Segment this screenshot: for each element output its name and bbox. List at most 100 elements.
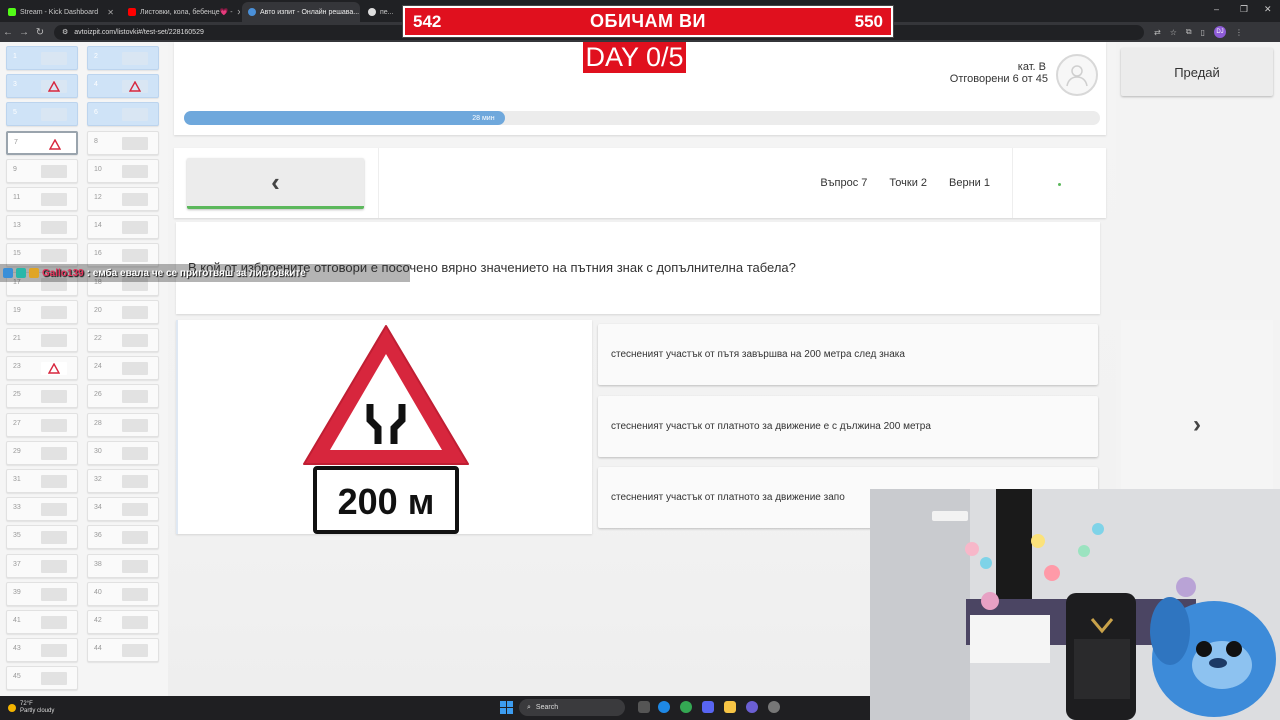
question-cell[interactable]: 13 [6, 215, 78, 240]
question-cell[interactable]: 42 [87, 610, 159, 634]
chat-message: Gallo139 : емба евала че се приготвяш за… [0, 264, 410, 282]
question-cell[interactable]: 43 [6, 638, 78, 663]
question-number: 41 [13, 617, 21, 624]
question-cell[interactable]: 24 [87, 356, 159, 381]
weather-widget[interactable]: 72°F Partly cloudy [8, 701, 54, 715]
question-cell[interactable]: 41 [6, 610, 78, 634]
timer-progress-track: 28 мин [184, 111, 1100, 125]
question-cell[interactable]: 9 [6, 158, 78, 183]
question-number: 40 [94, 588, 102, 596]
question-cell[interactable]: 39 [6, 581, 78, 606]
question-cell[interactable]: 4 [87, 74, 159, 99]
question-thumbnail [41, 249, 67, 263]
question-cell[interactable]: 23 [6, 356, 78, 381]
question-cell[interactable]: 31 [6, 469, 78, 493]
question-thumbnail [122, 249, 148, 263]
question-cell[interactable]: 14 [87, 215, 159, 240]
question-cell[interactable]: 1 [6, 46, 78, 70]
question-thumbnail [122, 616, 148, 629]
question-thumbnail [41, 418, 67, 432]
task-view-icon[interactable] [638, 701, 650, 713]
taskbar-search[interactable]: ⌕ Search [519, 699, 625, 716]
answer-option[interactable]: стесненият участък от пътя завършва на 2… [598, 324, 1098, 385]
question-thumbnail [41, 164, 67, 178]
previous-question-button[interactable]: ‹ [187, 158, 364, 209]
extensions-icon[interactable]: ⧉ [1186, 27, 1192, 37]
question-cell[interactable]: 32 [87, 469, 159, 493]
question-cell[interactable]: 11 [6, 187, 78, 211]
question-thumbnail [41, 305, 67, 319]
question-cell[interactable]: 3 [6, 74, 78, 99]
question-cell[interactable]: 22 [87, 328, 159, 352]
stream-score-banner: 542 ОБИЧАМ ВИ 550 [402, 5, 894, 38]
question-cell[interactable]: 26 [87, 384, 159, 409]
question-cell[interactable]: 33 [6, 497, 78, 522]
browser-tab[interactable]: Stream - Kick Dashboard ✕ [2, 2, 120, 22]
site-info-icon[interactable]: ⚙ [62, 28, 68, 36]
question-cell[interactable]: 36 [87, 525, 159, 550]
translate-icon[interactable]: ⇄ [1154, 28, 1161, 37]
browser-tab[interactable]: Листовки, кола, бебенце💗 - ✕ [122, 2, 240, 22]
maximize-icon[interactable]: ❐ [1240, 4, 1248, 15]
question-cell[interactable]: 25 [6, 384, 78, 409]
question-cell[interactable]: 38 [87, 553, 159, 578]
question-thumbnail [122, 136, 148, 150]
minimize-icon[interactable]: – [1214, 4, 1219, 14]
edge-icon[interactable] [658, 701, 670, 713]
question-cell[interactable]: 8 [87, 130, 159, 155]
submit-test-button[interactable]: Предай [1121, 48, 1273, 96]
question-cell[interactable]: 12 [87, 187, 159, 211]
question-cell[interactable]: 28 [87, 412, 159, 437]
profile-avatar[interactable]: DJ [1214, 26, 1226, 38]
chrome-icon[interactable] [680, 701, 692, 713]
search-icon: ⌕ [527, 703, 531, 711]
question-cell[interactable]: 20 [87, 299, 159, 324]
close-icon[interactable]: ✕ [107, 8, 114, 17]
answer-option[interactable]: стесненият участък от платното за движен… [598, 396, 1098, 457]
chat-text: : емба евала че се приготвяш за листовки… [86, 267, 306, 279]
sidepanel-icon[interactable]: ▯ [1201, 28, 1205, 37]
file-explorer-icon[interactable] [724, 701, 736, 713]
question-thumbnail [41, 672, 67, 686]
question-number: 32 [94, 476, 102, 483]
question-cell[interactable]: 40 [87, 581, 159, 606]
question-cell[interactable]: 35 [6, 525, 78, 550]
question-cell[interactable]: 30 [87, 440, 159, 465]
user-avatar [1056, 54, 1098, 96]
question-number: 14 [94, 222, 102, 230]
question-cell[interactable]: 6 [87, 102, 159, 127]
menu-icon[interactable]: ⋮ [1235, 28, 1243, 37]
question-cell[interactable]: 19 [6, 299, 78, 324]
obs-icon[interactable] [768, 701, 780, 713]
reload-icon[interactable]: ↻ [32, 27, 48, 38]
windows-start-icon[interactable] [500, 701, 513, 714]
question-cell[interactable]: 45 [6, 666, 78, 691]
bookmark-star-icon[interactable]: ☆ [1170, 28, 1177, 37]
question-cell[interactable]: 34 [87, 497, 159, 522]
question-cell[interactable]: 44 [87, 638, 159, 663]
question-thumbnail [122, 164, 148, 178]
question-thumbnail [122, 80, 148, 94]
question-number: 6 [94, 109, 98, 117]
question-cell[interactable]: 21 [6, 328, 78, 352]
question-cell[interactable]: 29 [6, 440, 78, 465]
question-number: Въпрос 7 [820, 177, 868, 189]
question-cell[interactable]: 37 [6, 553, 78, 578]
question-thumbnail [122, 475, 148, 488]
browser-tab-active[interactable]: Авто изпит - Онлайн решава... ✕ [242, 2, 360, 22]
window-close-icon[interactable]: ✕ [1264, 4, 1272, 15]
discord-icon[interactable] [702, 701, 714, 713]
question-cell[interactable]: 27 [6, 412, 78, 437]
question-cell[interactable]: 2 [87, 46, 159, 70]
answer-text: стесненият участък от платното за движен… [611, 421, 931, 432]
question-thumbnail [122, 503, 148, 517]
forward-icon[interactable]: → [16, 27, 32, 38]
close-icon[interactable]: ✕ [237, 8, 240, 17]
question-number: 8 [94, 137, 98, 145]
question-cell[interactable]: 10 [87, 158, 159, 183]
app-icon[interactable] [746, 701, 758, 713]
back-icon[interactable]: ← [0, 27, 16, 38]
question-thumbnail [41, 644, 67, 658]
question-cell[interactable]: 7 [6, 130, 78, 155]
question-cell[interactable]: 5 [6, 102, 78, 127]
